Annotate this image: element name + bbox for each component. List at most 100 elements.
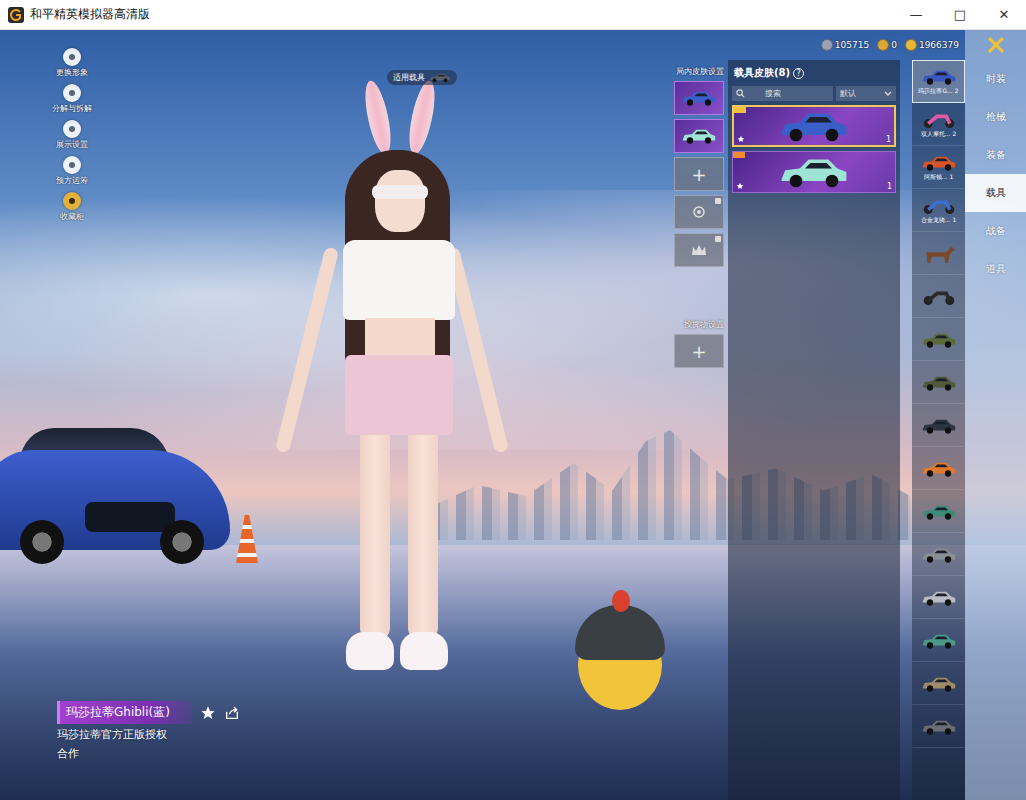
side-menu-item[interactable]: 预方运筹: [56, 156, 88, 186]
skin-card[interactable]: 1: [732, 105, 896, 147]
menu-glyph-icon: [67, 88, 77, 98]
vehicle-item[interactable]: [912, 404, 965, 447]
side-menu-item[interactable]: 收藏柜: [60, 192, 84, 222]
character-slipper: [346, 632, 394, 670]
vehicle-item[interactable]: [912, 619, 965, 662]
car-icon: [921, 417, 957, 435]
star-icon[interactable]: [736, 182, 744, 190]
item-description: 合作: [57, 747, 652, 762]
skin-slot[interactable]: +: [674, 157, 724, 191]
vehicle-name-row: 双人摩托...2: [921, 130, 957, 139]
vehicle-item[interactable]: [912, 576, 965, 619]
car-icon: [921, 589, 957, 607]
vehicle-item[interactable]: [912, 533, 965, 576]
menu-icon: [63, 192, 81, 210]
search-field[interactable]: 搜索: [732, 86, 833, 101]
side-menu-item[interactable]: 更换形象: [56, 48, 88, 78]
card-tag: [733, 152, 745, 158]
character-leg: [408, 430, 438, 640]
window-control-button[interactable]: —: [894, 0, 938, 29]
skin-slot[interactable]: [674, 195, 724, 229]
side-menu: 更换形象分解与拆解展示设置预方运筹收藏柜: [37, 48, 107, 222]
bunny-ear: [360, 79, 395, 157]
character-leg: [360, 430, 390, 640]
car-icon: [921, 675, 957, 693]
car-icon: [921, 718, 957, 736]
card-favorite[interactable]: [736, 182, 744, 190]
item-info: 玛莎拉蒂Ghibli(蓝)玛莎拉蒂官方正版授权合作: [0, 701, 652, 762]
skin-slot[interactable]: [674, 81, 724, 115]
motorcycle-icon: [921, 111, 957, 129]
car: [0, 450, 230, 550]
vehicle-item[interactable]: 双人摩托...2: [912, 103, 965, 146]
vehicle-name: 玛莎拉蒂G...: [918, 87, 952, 96]
star-icon[interactable]: [737, 135, 745, 143]
menu-icon: [63, 48, 81, 66]
star-icon[interactable]: [200, 705, 216, 721]
emulator-window: 和平精英模拟器高清版—□✕更换形象分解与拆解展示设置预方运筹收藏柜适用载具玛莎拉…: [0, 0, 1026, 800]
close-icon: [987, 36, 1005, 54]
skin-card[interactable]: 1: [732, 151, 896, 193]
panel-title: 载具皮肤(8): [734, 66, 790, 80]
category-tab[interactable]: 枪械: [965, 98, 1026, 136]
side-menu-item[interactable]: 展示设置: [56, 120, 88, 150]
vehicle-count: 2: [955, 87, 959, 94]
car-icon: [776, 154, 852, 190]
game-area: 更换形象分解与拆解展示设置预方运筹收藏柜适用载具玛莎拉蒂Ghibli(蓝)玛莎拉…: [0, 30, 1026, 800]
throwable-slot[interactable]: +: [674, 334, 724, 368]
coin-icon: [905, 39, 917, 51]
car-icon: [921, 632, 957, 650]
close-button[interactable]: [965, 30, 1026, 60]
panel-header: 载具皮肤(8)?: [732, 64, 896, 82]
vehicle-item[interactable]: [912, 275, 965, 318]
sort-dropdown[interactable]: 默认: [836, 86, 896, 101]
vehicle-item[interactable]: 玛莎拉蒂G...2: [912, 60, 965, 103]
category-tab[interactable]: 装备: [965, 136, 1026, 174]
vehicle-item[interactable]: 合金龙骑...1: [912, 189, 965, 232]
vehicle-item[interactable]: [912, 232, 965, 275]
vehicle-list: 玛莎拉蒂G...2 双人摩托...2 阿斯顿...1合金龙骑...1: [912, 60, 965, 800]
applicable-vehicle[interactable]: 适用载具: [387, 70, 457, 85]
category-tab[interactable]: 道具: [965, 250, 1026, 288]
vehicle-item[interactable]: [912, 361, 965, 404]
currency: 0: [877, 39, 897, 51]
side-menu-label: 预方运筹: [56, 175, 88, 186]
search-icon: [736, 89, 745, 98]
vehicle-item[interactable]: [912, 318, 965, 361]
vehicle-item[interactable]: [912, 490, 965, 533]
throwable-title: 投掷物设置: [684, 319, 724, 330]
side-menu-label: 分解与拆解: [52, 103, 92, 114]
menu-glyph-icon: [67, 160, 77, 170]
category-tab[interactable]: 载具: [965, 174, 1026, 212]
skin-slot[interactable]: [674, 119, 724, 153]
skin-slot[interactable]: [674, 233, 724, 267]
chick-helmet: [575, 605, 665, 660]
traffic-cone: [236, 515, 258, 563]
window-control-button[interactable]: ✕: [982, 0, 1026, 29]
applicable-vehicle-label: 适用载具: [393, 72, 425, 83]
in-match-skin-settings: 局内皮肤设置 + 投掷物设置 +: [652, 60, 728, 800]
character-shorts: [345, 355, 453, 435]
item-name: 玛莎拉蒂Ghibli(蓝): [57, 701, 192, 724]
card-favorite[interactable]: [737, 135, 745, 143]
car-grille: [85, 502, 175, 532]
category-tab[interactable]: 时装: [965, 60, 1026, 98]
help-button[interactable]: ?: [793, 68, 804, 79]
vehicle-item[interactable]: 阿斯顿...1: [912, 146, 965, 189]
window-control-button[interactable]: □: [938, 0, 982, 29]
in-match-skin-title: 局内皮肤设置: [676, 66, 724, 77]
bunny-ear: [404, 79, 439, 157]
vehicle-item[interactable]: [912, 705, 965, 748]
vehicle-count: 1: [952, 216, 956, 223]
side-menu-item[interactable]: 分解与拆解: [52, 84, 92, 114]
character-top: [343, 240, 455, 320]
character-face: [375, 170, 425, 232]
vehicle-item[interactable]: [912, 662, 965, 705]
share-icon[interactable]: [224, 705, 240, 721]
character-arm: [275, 246, 339, 453]
car-icon: [921, 331, 957, 349]
vehicle-item[interactable]: [912, 447, 965, 490]
category-tab[interactable]: 战备: [965, 212, 1026, 250]
car-icon: [921, 460, 957, 478]
category-tabs: 时装枪械装备载具战备道具: [965, 30, 1026, 800]
